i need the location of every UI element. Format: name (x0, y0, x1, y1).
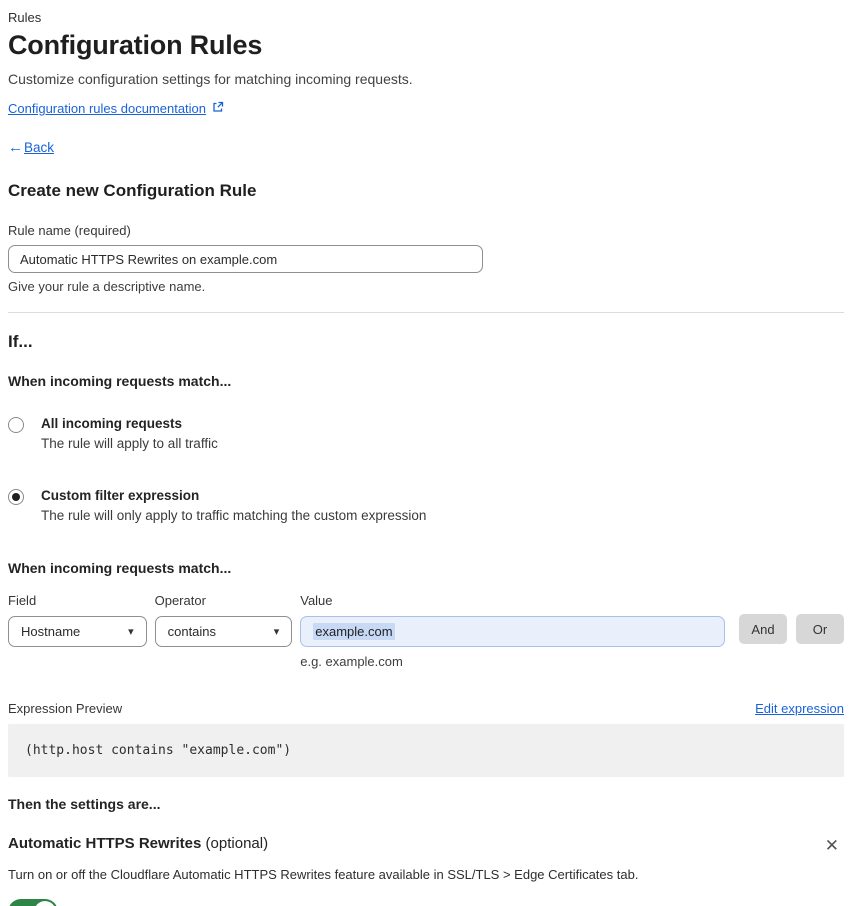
radio-option-all-requests[interactable]: All incoming requests The rule will appl… (8, 416, 844, 451)
or-button[interactable]: Or (796, 614, 844, 644)
operator-select-value: contains (167, 624, 217, 639)
chevron-down-icon: ▾ (273, 626, 280, 638)
expression-preview-label: Expression Preview (8, 701, 123, 716)
documentation-link[interactable]: Configuration rules documentation (8, 101, 206, 116)
radio-option-label: Custom filter expression (41, 488, 200, 503)
toggle-knob (34, 901, 56, 906)
field-select-value: Hostname (21, 624, 81, 639)
page-title: Configuration Rules (8, 30, 263, 60)
radio-unselected-icon[interactable] (8, 417, 24, 433)
value-input[interactable]: example.com (300, 616, 725, 647)
radio-option-label: All incoming requests (41, 416, 183, 431)
external-link-icon (212, 101, 224, 116)
setting-name: Automatic HTTPS Rewrites (8, 835, 202, 852)
operator-label: Operator (154, 593, 206, 608)
operator-select[interactable]: contains ▾ (154, 616, 293, 647)
radio-option-description: The rule will apply to all traffic (41, 436, 218, 451)
back-link[interactable]: Back (24, 140, 54, 155)
match-heading: When incoming requests match... (8, 373, 232, 389)
radio-option-description: The rule will only apply to traffic matc… (41, 508, 427, 523)
and-button[interactable]: And (739, 614, 787, 644)
edit-expression-link[interactable]: Edit expression (755, 701, 844, 716)
then-settings-heading: Then the settings are... (8, 796, 161, 812)
radio-selected-icon[interactable] (8, 489, 24, 505)
breadcrumb: Rules (8, 10, 42, 25)
close-icon[interactable]: ✕ (820, 835, 844, 856)
setting-title: Automatic HTTPS Rewrites (optional) (8, 835, 268, 852)
value-hint: e.g. example.com (300, 654, 403, 669)
https-rewrites-toggle[interactable]: ✓ (8, 899, 58, 906)
if-heading: If... (8, 332, 33, 351)
value-label: Value (300, 593, 333, 608)
chevron-down-icon: ▾ (128, 626, 134, 638)
rule-name-input[interactable] (8, 245, 483, 273)
filter-builder-heading: When incoming requests match... (8, 560, 232, 576)
setting-description: Turn on or off the Cloudflare Automatic … (8, 867, 639, 882)
field-label: Field (8, 593, 37, 608)
section-divider (8, 312, 844, 313)
filter-builder-row: Field Hostname ▾ Operator contains ▾ Val… (8, 593, 844, 669)
page-subtitle: Customize configuration settings for mat… (8, 71, 413, 87)
rule-name-label: Rule name (required) (8, 223, 131, 238)
radio-option-custom-filter[interactable]: Custom filter expression The rule will o… (8, 488, 844, 523)
value-input-text: example.com (313, 623, 395, 640)
expression-code-block: (http.host contains "example.com") (8, 724, 844, 777)
create-rule-heading: Create new Configuration Rule (8, 181, 257, 200)
setting-optional-tag: (optional) (205, 835, 269, 852)
field-select[interactable]: Hostname ▾ (8, 616, 147, 647)
back-arrow-icon: ← (8, 139, 23, 156)
rule-name-help: Give your rule a descriptive name. (8, 279, 206, 294)
